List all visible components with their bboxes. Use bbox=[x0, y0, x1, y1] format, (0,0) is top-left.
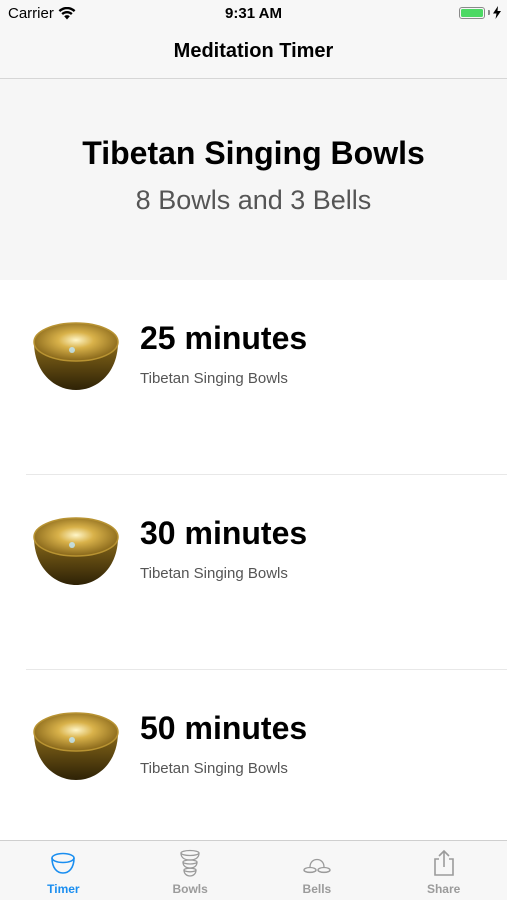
timer-duration: 50 minutes bbox=[140, 710, 308, 746]
singing-bowl-icon bbox=[33, 712, 119, 780]
timer-row-25[interactable]: 25 minutes Tibetan Singing Bowls bbox=[0, 280, 507, 475]
timer-duration: 30 minutes bbox=[140, 515, 308, 551]
tab-label: Timer bbox=[47, 882, 80, 896]
battery-icon bbox=[459, 6, 485, 19]
timer-row-50[interactable]: 50 minutes Tibetan Singing Bowls bbox=[0, 670, 507, 865]
navigation-bar: Meditation Timer bbox=[0, 28, 507, 79]
timer-sound-set: Tibetan Singing Bowls bbox=[140, 565, 288, 582]
tab-timer[interactable]: Timer bbox=[0, 841, 127, 900]
tab-bells[interactable]: Bells bbox=[254, 841, 381, 900]
timer-row-30[interactable]: 30 minutes Tibetan Singing Bowls bbox=[0, 475, 507, 670]
status-bar: Carrier 9:31 AM bbox=[0, 0, 507, 28]
share-icon bbox=[433, 849, 454, 876]
tab-share[interactable]: Share bbox=[380, 841, 507, 900]
tab-label: Bowls bbox=[172, 882, 208, 896]
tab-bowls[interactable]: Bowls bbox=[127, 841, 254, 900]
bowls-stack-icon bbox=[180, 849, 200, 877]
collection-subtitle: 8 Bowls and 3 Bells bbox=[135, 185, 372, 215]
timer-duration: 25 minutes bbox=[140, 320, 308, 356]
singing-bowl-icon bbox=[33, 322, 119, 390]
collection-title: Tibetan Singing Bowls bbox=[82, 135, 425, 171]
tab-label: Bells bbox=[302, 882, 332, 896]
collection-header: Tibetan Singing Bowls 8 Bowls and 3 Bell… bbox=[0, 79, 507, 280]
bells-icon bbox=[303, 858, 331, 874]
timer-list: 25 minutes Tibetan Singing Bowls 30 minu… bbox=[0, 280, 507, 840]
timer-sound-set: Tibetan Singing Bowls bbox=[140, 760, 288, 777]
timer-sound-set: Tibetan Singing Bowls bbox=[140, 370, 288, 387]
charging-bolt-icon bbox=[493, 6, 501, 19]
battery-indicator bbox=[459, 6, 501, 19]
nav-title: Meditation Timer bbox=[173, 40, 334, 62]
tab-label: Share bbox=[426, 882, 461, 896]
status-time: 9:31 AM bbox=[225, 5, 282, 22]
timer-bowl-icon bbox=[51, 852, 76, 874]
singing-bowl-icon bbox=[33, 517, 119, 585]
tab-bar: Timer Bowls Bells Share bbox=[0, 840, 507, 900]
